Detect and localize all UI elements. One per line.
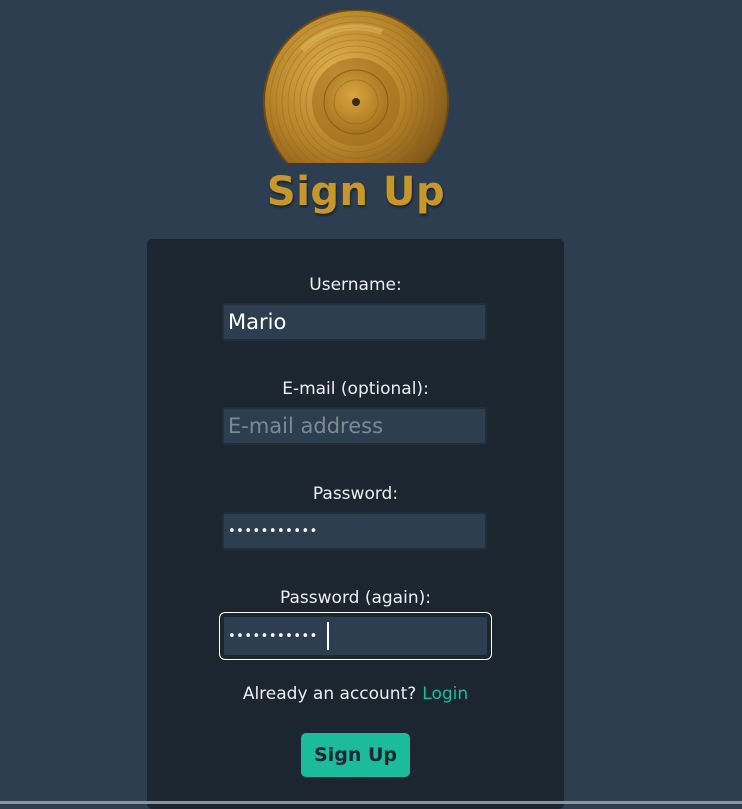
- text-caret: [327, 622, 329, 650]
- password-again-label: Password (again):: [280, 588, 431, 608]
- site-logo: [262, 10, 450, 163]
- username-input[interactable]: [222, 303, 487, 341]
- login-prompt-row: Already an account? Login: [147, 683, 564, 705]
- page-title: Sign Up: [266, 169, 446, 215]
- email-input[interactable]: [222, 407, 487, 445]
- login-prompt-text: Already an account?: [242, 684, 417, 704]
- password-input[interactable]: [222, 512, 487, 550]
- signup-form-card: Username: E-mail (optional): Password: P…: [147, 239, 564, 809]
- sign-up-button[interactable]: Sign Up: [301, 733, 410, 777]
- login-link[interactable]: Login: [422, 684, 468, 704]
- username-label: Username:: [309, 275, 402, 295]
- password-label: Password:: [312, 484, 399, 504]
- email-label: E-mail (optional):: [282, 379, 429, 399]
- password-again-input[interactable]: [220, 613, 491, 659]
- vinyl-record-icon: [263, 10, 449, 163]
